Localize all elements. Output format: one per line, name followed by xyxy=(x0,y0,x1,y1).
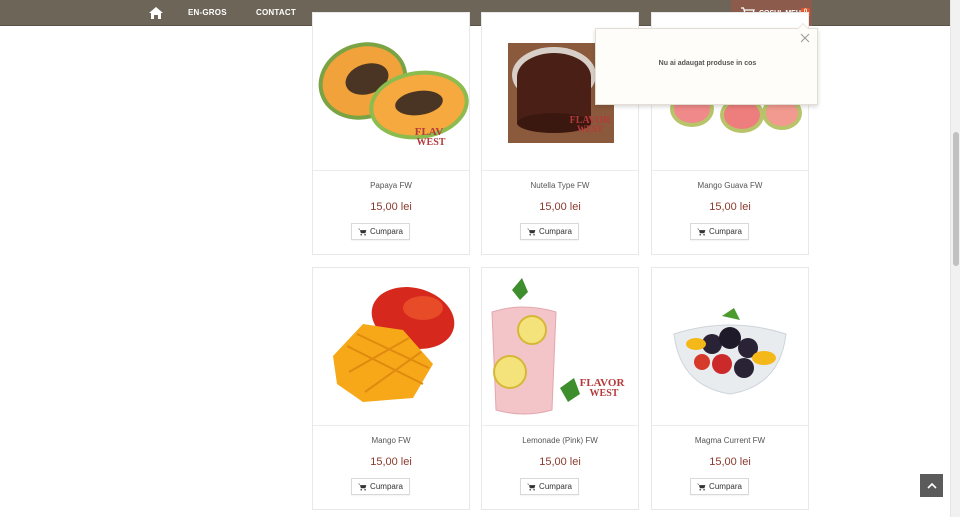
product-card[interactable]: Magma Current FW 15,00 lei Cumpara xyxy=(651,267,809,510)
nav-link-contact[interactable]: CONTACT xyxy=(256,8,296,17)
scrollbar[interactable] xyxy=(950,0,960,517)
product-image-magma-current[interactable] xyxy=(652,268,808,426)
buy-button[interactable]: Cumpara xyxy=(520,478,579,495)
product-image-lemonade-pink[interactable]: FLAVOR WEST xyxy=(482,268,638,426)
scrollbar-thumb[interactable] xyxy=(953,132,959,266)
cart-icon xyxy=(697,483,706,491)
back-to-top-button[interactable] xyxy=(920,474,943,497)
product-price: 15,00 lei xyxy=(709,456,751,468)
cart-icon xyxy=(358,483,367,491)
svg-text:WEST: WEST xyxy=(417,137,446,148)
product-card[interactable]: FLAV WEST Papaya FW 15,00 lei Cumpara xyxy=(312,12,470,255)
popup-arrow xyxy=(797,23,809,29)
product-name[interactable]: Mango FW xyxy=(313,436,469,445)
buy-button-label: Cumpara xyxy=(709,482,742,491)
product-name[interactable]: Lemonade (Pink) FW xyxy=(482,436,638,445)
product-card[interactable]: Mango FW 15,00 lei Cumpara xyxy=(312,267,470,510)
product-price: 15,00 lei xyxy=(539,201,581,213)
nav-link-en-gros[interactable]: EN-GROS xyxy=(188,8,227,17)
home-icon[interactable] xyxy=(148,6,164,20)
buy-button[interactable]: Cumpara xyxy=(520,223,579,240)
close-icon[interactable] xyxy=(800,33,810,43)
product-name[interactable]: Mango Guava FW xyxy=(652,181,808,190)
buy-button[interactable]: Cumpara xyxy=(351,478,410,495)
page: EN-GROS CONTACT COSUL MEU 0 FLAV WEST xyxy=(0,0,960,517)
cart-popup: Nu ai adaugat produse in cos xyxy=(595,23,818,105)
buy-button[interactable]: Cumpara xyxy=(351,223,410,240)
product-name[interactable]: Magma Current FW xyxy=(652,436,808,445)
product-price: 15,00 lei xyxy=(370,456,412,468)
cart-icon xyxy=(527,228,536,236)
chevron-up-icon xyxy=(926,482,937,489)
cart-icon xyxy=(358,228,367,236)
product-price: 15,00 lei xyxy=(539,456,581,468)
product-card[interactable]: FLAVOR WEST Lemonade (Pink) FW 15,00 lei… xyxy=(481,267,639,510)
product-image-mango[interactable] xyxy=(313,268,469,426)
buy-button-label: Cumpara xyxy=(539,482,572,491)
cart-icon xyxy=(697,228,706,236)
product-name[interactable]: Nutella Type FW xyxy=(482,181,638,190)
cart-empty-message: Nu ai adaugat produse in cos xyxy=(658,60,757,67)
cart-icon xyxy=(527,483,536,491)
buy-button[interactable]: Cumpara xyxy=(690,223,749,240)
buy-button-label: Cumpara xyxy=(370,227,403,236)
buy-button-label: Cumpara xyxy=(370,482,403,491)
product-image-papaya[interactable]: FLAV WEST xyxy=(313,13,469,171)
product-price: 15,00 lei xyxy=(370,201,412,213)
buy-button-label: Cumpara xyxy=(709,227,742,236)
buy-button[interactable]: Cumpara xyxy=(690,478,749,495)
buy-button-label: Cumpara xyxy=(539,227,572,236)
product-name[interactable]: Papaya FW xyxy=(313,181,469,190)
svg-text:WEST: WEST xyxy=(590,388,619,399)
product-price: 15,00 lei xyxy=(709,201,751,213)
svg-text:WEST: WEST xyxy=(577,124,603,134)
